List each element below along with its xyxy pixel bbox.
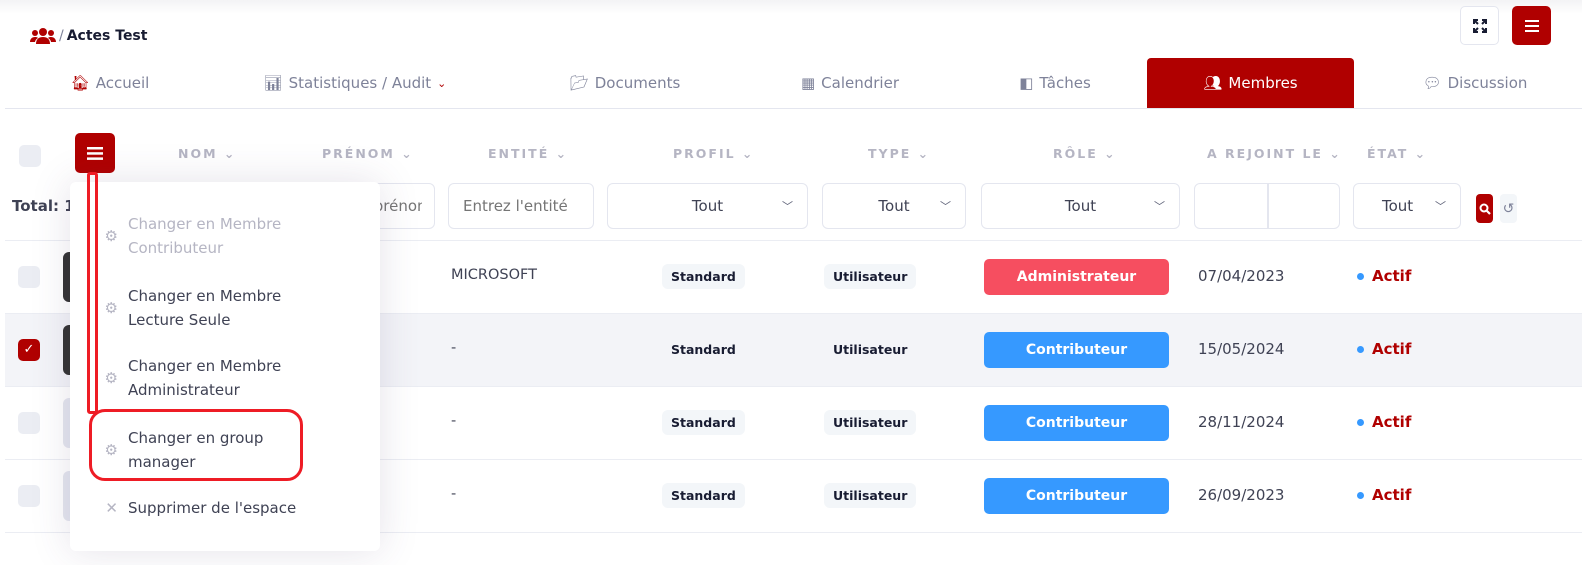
users-icon: 👥︎	[1203, 74, 1223, 92]
column-nom[interactable]: NOM ⌄	[178, 146, 236, 161]
chat-icon: 💬︎	[1422, 74, 1442, 92]
annotation-highlight	[89, 409, 303, 481]
chevron-down-icon: ﹀	[782, 200, 793, 213]
role-filter-select[interactable]: Tout ﹀	[981, 183, 1180, 229]
page-title: Actes Test	[66, 28, 148, 44]
undo-icon: ↺	[1502, 200, 1515, 217]
tab-accueil[interactable]: 🏠︎ Accueil	[45, 58, 175, 108]
role-button[interactable]: Contributeur	[984, 405, 1169, 441]
tab-statistiques[interactable]: 📊︎ Statistiques / Audit ⌄	[245, 58, 465, 108]
chevron-down-icon: ﹀	[1154, 200, 1165, 213]
status: Actif	[1357, 267, 1411, 285]
tab-taches[interactable]: ◧ Tâches	[990, 58, 1120, 108]
chevron-down-icon: ⌄	[437, 76, 447, 90]
column-date[interactable]: A REJOINT LE ⌄	[1207, 146, 1342, 161]
gear-icon: ⚙	[104, 227, 118, 245]
entite-cell: MICROSOFT	[451, 267, 537, 283]
column-etat[interactable]: ÉTAT ⌄	[1367, 146, 1427, 161]
row-checkbox[interactable]	[18, 485, 40, 507]
tab-bar: 🏠︎ Accueil 📊︎ Statistiques / Audit ⌄ 📂︎ Docu…	[5, 58, 1582, 109]
date-cell: 15/05/2024	[1198, 340, 1285, 358]
entite-cell: -	[451, 486, 457, 502]
role-button[interactable]: Contributeur	[984, 478, 1169, 514]
profil-badge: Standard	[662, 410, 745, 435]
date-from-input[interactable]	[1194, 183, 1268, 229]
profil-badge: Standard	[671, 342, 736, 357]
profil-filter-select[interactable]: Tout ﹀	[607, 183, 808, 229]
role-button[interactable]: Contributeur	[984, 332, 1169, 368]
date-cell: 26/09/2023	[1198, 486, 1285, 504]
column-role[interactable]: RÔLE ⌄	[1053, 146, 1117, 161]
status-dot-icon	[1357, 272, 1364, 280]
bar-chart-icon: 📊︎	[263, 74, 283, 92]
home-icon: 🏠︎	[70, 74, 90, 92]
status-dot-icon	[1357, 491, 1364, 499]
status-dot-icon	[1357, 345, 1364, 353]
breadcrumb: / Actes Test	[30, 27, 147, 45]
row-checkbox[interactable]	[18, 412, 40, 434]
role-button[interactable]: Administrateur	[984, 259, 1169, 295]
row-checkbox[interactable]	[18, 266, 40, 288]
date-cell: 07/04/2023	[1198, 267, 1285, 285]
menu-item-lecture-seule[interactable]: ⚙ Changer en Membre Lecture Seule	[70, 284, 380, 332]
column-entite[interactable]: ENTITÉ ⌄	[488, 146, 568, 161]
status: Actif	[1357, 340, 1411, 358]
etat-filter-select[interactable]: Tout ﹀	[1353, 183, 1461, 229]
menu-item-supprimer[interactable]: ✕ Supprimer de l'espace	[70, 496, 380, 520]
entite-cell: -	[451, 340, 457, 356]
breadcrumb-separator: /	[59, 28, 64, 44]
check-icon: ✓	[23, 342, 35, 357]
column-prenom[interactable]: PRÉNOM ⌄	[322, 146, 414, 161]
type-filter-select[interactable]: Tout ﹀	[822, 183, 966, 229]
menu-item-administrateur[interactable]: ⚙ Changer en Membre Administrateur	[70, 354, 380, 402]
status-dot-icon	[1357, 418, 1364, 426]
fullscreen-button[interactable]	[1460, 6, 1499, 45]
expand-icon	[1472, 18, 1487, 33]
gear-icon: ⚙	[104, 299, 118, 317]
tab-calendrier[interactable]: ▦ Calendrier	[775, 58, 925, 108]
select-all-checkbox[interactable]	[19, 145, 41, 167]
chevron-down-icon: ﹀	[940, 200, 951, 213]
date-to-input[interactable]	[1268, 183, 1340, 229]
tab-membres[interactable]: 👥︎ Membres	[1147, 58, 1354, 108]
bulk-actions-button[interactable]	[75, 133, 115, 173]
users-icon	[30, 28, 56, 44]
tab-discussion[interactable]: 💬︎ Discussion	[1400, 58, 1550, 108]
menu-item-contributeur[interactable]: ⚙ Changer en Membre Contributeur	[70, 212, 380, 260]
type-badge: Utilisateur	[824, 410, 917, 435]
type-badge: Utilisateur	[824, 483, 917, 508]
chevron-down-icon: ﹀	[1435, 200, 1446, 213]
gear-icon: ⚙	[104, 369, 118, 387]
close-icon: ✕	[105, 499, 118, 517]
hamburger-icon	[87, 146, 103, 160]
total-count: Total: 1	[12, 197, 75, 215]
annotation-line	[87, 172, 98, 414]
tab-documents[interactable]: 📂︎ Documents	[545, 58, 705, 108]
entite-cell: -	[451, 413, 457, 429]
type-badge: Utilisateur	[824, 264, 917, 289]
status: Actif	[1357, 413, 1411, 431]
profil-badge: Standard	[662, 483, 745, 508]
search-icon	[1479, 203, 1491, 215]
date-cell: 28/11/2024	[1198, 413, 1285, 431]
profil-badge: Standard	[662, 264, 745, 289]
folder-icon: 📂︎	[569, 74, 589, 92]
hamburger-icon	[1524, 19, 1539, 32]
reset-button[interactable]: ↺	[1500, 194, 1517, 223]
row-checkbox[interactable]: ✓	[18, 339, 40, 361]
type-badge: Utilisateur	[833, 342, 908, 357]
calendar-icon: ▦	[800, 74, 816, 92]
column-type[interactable]: TYPE ⌄	[868, 146, 930, 161]
entite-filter-input[interactable]	[448, 183, 594, 229]
top-bar	[0, 0, 1582, 14]
search-button[interactable]	[1476, 194, 1493, 223]
board-icon: ◧	[1019, 74, 1034, 92]
main-menu-button[interactable]	[1512, 6, 1551, 45]
status: Actif	[1357, 486, 1411, 504]
bulk-actions-menu: ⚙ Changer en Membre Contributeur ⚙ Changer …	[70, 182, 380, 551]
column-profil[interactable]: PROFIL ⌄	[673, 146, 754, 161]
